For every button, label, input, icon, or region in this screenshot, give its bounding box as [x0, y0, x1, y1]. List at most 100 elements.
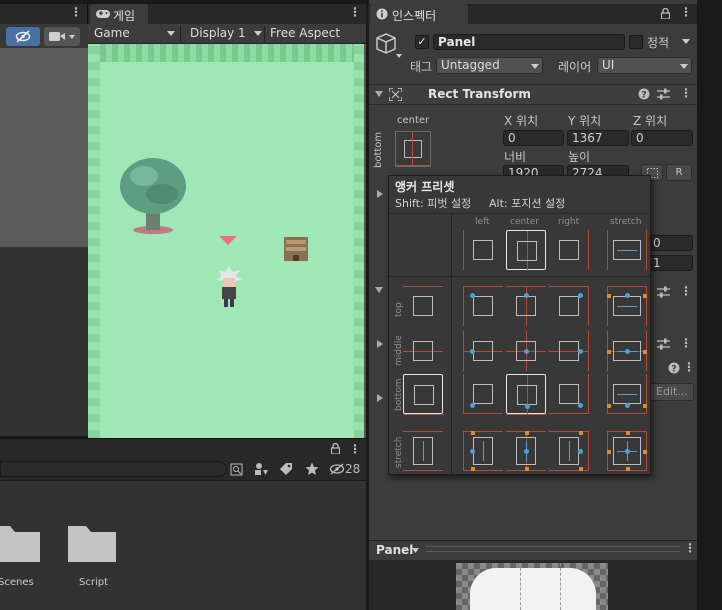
anchor-preset-top-none[interactable]: [403, 286, 443, 326]
rect-transform-title: Rect Transform: [428, 87, 531, 101]
anchor-preset-stretch-none[interactable]: [403, 431, 443, 471]
pos-y-field[interactable]: 1367: [567, 130, 629, 146]
scene-view[interactable]: [0, 48, 88, 246]
preview-drag-handle[interactable]: [426, 546, 680, 552]
presets-sliders-icon[interactable]: [657, 338, 670, 350]
anchor-preset-none-center[interactable]: [506, 230, 546, 271]
anchor-preset-bottom-stretch[interactable]: [607, 374, 647, 414]
layer-dropdown[interactable]: UI: [597, 57, 692, 74]
help-icon[interactable]: ?: [668, 362, 680, 374]
inspector-tab[interactable]: 인스펙터: [370, 4, 468, 24]
folder-item[interactable]: Script: [66, 520, 118, 592]
scene-camera-button[interactable]: [44, 27, 80, 46]
static-label: 정적: [647, 36, 670, 50]
anchor-preset-top-stretch[interactable]: [607, 286, 647, 326]
presets-sliders-icon[interactable]: [657, 286, 670, 298]
info-icon: [376, 8, 388, 20]
raw-edit-button[interactable]: R: [666, 164, 692, 181]
gameobject-cube-icon[interactable]: [375, 32, 403, 60]
pos-x-label: X 위치: [504, 114, 539, 128]
component-menu-icon[interactable]: ⋮: [680, 86, 692, 100]
lock-icon[interactable]: [331, 443, 340, 454]
preview-menu-icon[interactable]: ⋮: [684, 541, 696, 555]
preview-title: Panel: [376, 543, 414, 557]
anchor-preset-stretch-center[interactable]: [506, 431, 546, 471]
anchor-preset-top-right[interactable]: [549, 286, 589, 326]
presets-sliders-icon[interactable]: [657, 88, 670, 100]
scene-tab-menu-icon[interactable]: ⋮: [70, 5, 82, 19]
dropdown-arrow-icon[interactable]: [682, 39, 690, 44]
project-menu-icon[interactable]: ⋮: [349, 442, 361, 456]
game-viewport[interactable]: [88, 44, 366, 438]
foldout-arrow-icon[interactable]: [375, 91, 383, 97]
tree-sprite: [120, 158, 186, 234]
foldout-arrow-icon[interactable]: [375, 287, 383, 293]
anchor-preset-none-right[interactable]: [549, 230, 589, 270]
filter-type-icon[interactable]: [254, 462, 268, 476]
player-character: [216, 266, 242, 307]
preview-dropdown[interactable]: Panel: [372, 541, 422, 559]
svg-text:?: ?: [641, 91, 646, 101]
partial-value: 0: [653, 236, 661, 250]
anchor-preset-stretch-left[interactable]: [463, 431, 503, 471]
game-tab-menu-icon[interactable]: ⋮: [349, 5, 361, 19]
anchor-preset-none-stretch[interactable]: [607, 230, 647, 270]
anchor-preset-stretch-stretch[interactable]: [607, 431, 647, 471]
folder-item[interactable]: Scenes: [0, 520, 48, 592]
pos-z-field[interactable]: 0: [631, 130, 693, 146]
dropdown-arrow-icon: [254, 31, 262, 36]
anchor-preset-stretch-right[interactable]: [549, 431, 589, 471]
scene-visibility-button[interactable]: [6, 27, 40, 46]
inspector-menu-icon[interactable]: ⋮: [680, 5, 692, 19]
partial-field[interactable]: 0: [648, 235, 693, 251]
target-marker: [219, 236, 237, 245]
anchor-preset-middle-left[interactable]: [463, 331, 503, 371]
help-icon[interactable]: ?: [638, 88, 650, 100]
layer-label: 레이어: [558, 60, 592, 74]
anchor-vertical-label: bottom: [373, 131, 384, 168]
anchor-presets-button[interactable]: [395, 131, 431, 167]
game-mode-dropdown[interactable]: Game: [90, 24, 178, 43]
lock-icon[interactable]: [661, 8, 670, 19]
component-menu-icon[interactable]: ⋮: [683, 360, 695, 374]
hidden-eye-icon[interactable]: [329, 463, 345, 475]
partial-field[interactable]: 1: [648, 255, 693, 271]
anchor-preset-bottom-right[interactable]: [549, 374, 589, 414]
component-menu-icon[interactable]: ⋮: [680, 336, 692, 350]
gameobject-name-field[interactable]: Panel: [433, 34, 625, 50]
pos-y-label: Y 위치: [568, 114, 602, 128]
foldout-arrow-icon[interactable]: [377, 190, 383, 198]
label-tag-icon[interactable]: [279, 462, 293, 476]
game-tab[interactable]: 게임: [90, 4, 148, 24]
tag-dropdown[interactable]: Untagged: [436, 57, 543, 74]
anchor-preset-none-left[interactable]: [463, 230, 503, 270]
anchor-preset-bottom-none[interactable]: [403, 374, 444, 415]
anchor-preset-middle-right[interactable]: [549, 331, 589, 371]
static-checkbox[interactable]: [629, 35, 643, 49]
foldout-arrow-icon[interactable]: [377, 340, 383, 348]
anchor-preset-top-left[interactable]: [463, 286, 503, 326]
search-by-type-icon[interactable]: [230, 463, 243, 476]
anchor-preset-bottom-left[interactable]: [463, 374, 503, 414]
raw-edit-label: R: [675, 167, 683, 178]
edit-button-label: Edit...: [656, 385, 688, 398]
anchor-preset-top-center[interactable]: [506, 286, 546, 326]
aspect-dropdown[interactable]: Free Aspect: [265, 24, 366, 43]
anchor-preset-bottom-center[interactable]: [506, 374, 547, 415]
anchor-preset-middle-none[interactable]: [403, 331, 443, 371]
foldout-arrow-icon[interactable]: [377, 394, 383, 402]
project-search-input[interactable]: [0, 461, 227, 477]
pos-y-value: 1367: [572, 131, 603, 145]
folder-icon: [68, 526, 116, 562]
edit-button[interactable]: Edit...: [650, 383, 694, 401]
active-checkbox[interactable]: ✓: [415, 35, 429, 49]
component-menu-icon[interactable]: ⋮: [680, 284, 692, 298]
tag-label: 태그: [410, 60, 433, 74]
rect-transform-icon: [389, 88, 402, 101]
anchor-presets-popup: 앵커 프리셋 Shift: 피벗 설정 Alt: 포지션 설정 left cen…: [388, 175, 651, 475]
anchor-preset-middle-center[interactable]: [506, 331, 546, 371]
display-dropdown[interactable]: Display 1: [184, 24, 264, 43]
anchor-preset-middle-stretch[interactable]: [607, 331, 647, 371]
pos-x-field[interactable]: 0: [503, 130, 564, 146]
favorite-star-icon[interactable]: [305, 462, 319, 476]
